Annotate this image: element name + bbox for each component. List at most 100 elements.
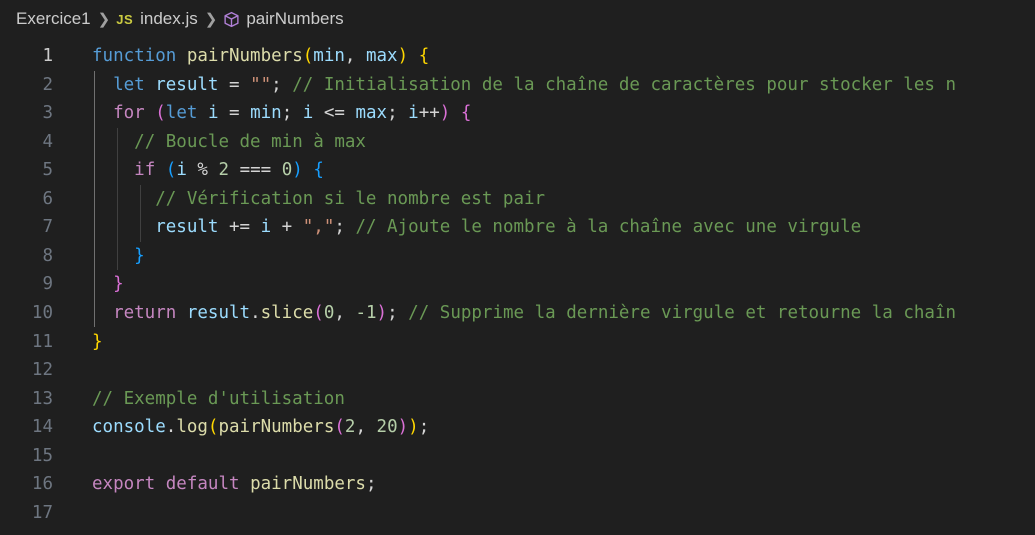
code-line[interactable]: 13 // Exemple d'utilisation bbox=[0, 385, 1035, 413]
code-token: ( bbox=[313, 302, 324, 323]
code-token: , bbox=[344, 46, 366, 66]
code-text: // Vérification si le nombre est pair bbox=[92, 185, 545, 213]
code-text: // Boucle de min à max bbox=[92, 128, 366, 156]
line-number: 5 bbox=[42, 160, 53, 181]
code-token: i bbox=[207, 103, 219, 124]
code-line[interactable]: 12 bbox=[0, 356, 1035, 384]
line-number: 12 bbox=[31, 360, 53, 381]
code-token: pairNumbers bbox=[186, 46, 303, 66]
code-line[interactable]: 4 // Boucle de min à max bbox=[0, 128, 1035, 156]
breadcrumb-file[interactable]: index.js bbox=[140, 9, 198, 29]
code-token: , bbox=[334, 302, 356, 323]
code-token: slice bbox=[260, 302, 314, 323]
code-token: ; bbox=[334, 217, 356, 238]
code-line[interactable]: 9 } bbox=[0, 270, 1035, 298]
code-token: // Supprime la dernière virgule et retou… bbox=[408, 302, 957, 323]
code-token: min bbox=[313, 46, 345, 66]
code-token: 20 bbox=[376, 417, 398, 438]
code-token: max bbox=[355, 103, 388, 124]
code-token: ( bbox=[334, 417, 345, 438]
code-text: let result = ""; // Initialisation de la… bbox=[92, 71, 956, 99]
code-token: + bbox=[271, 217, 303, 238]
code-token: 2 bbox=[218, 160, 230, 181]
code-token: ) bbox=[376, 302, 388, 323]
code-text: result += i + ","; // Ajoute le nombre à… bbox=[92, 213, 861, 241]
code-token: ; bbox=[365, 474, 377, 495]
code-line[interactable]: 1 function pairNumbers(min, max) { bbox=[0, 42, 1035, 70]
code-line[interactable]: 17 bbox=[0, 499, 1035, 527]
code-token: ) bbox=[408, 417, 419, 438]
code-token: ; bbox=[281, 103, 303, 124]
code-token: , bbox=[355, 417, 377, 438]
code-token: // Initialisation de la chaîne de caract… bbox=[292, 74, 956, 95]
code-token: min bbox=[250, 103, 282, 124]
code-token: <= bbox=[313, 103, 356, 124]
code-token: i bbox=[176, 160, 187, 181]
code-text: } bbox=[92, 242, 145, 270]
code-line[interactable]: 16 export default pairNumbers; bbox=[0, 470, 1035, 498]
code-token: result bbox=[155, 217, 219, 238]
code-editor[interactable]: 1 function pairNumbers(min, max) {2 let r… bbox=[0, 42, 1035, 535]
code-token: ) bbox=[292, 160, 303, 181]
code-token: let bbox=[113, 74, 145, 95]
line-number: 17 bbox=[31, 502, 53, 523]
code-token: ) bbox=[397, 46, 409, 66]
code-token: "" bbox=[250, 74, 272, 95]
code-token: -1 bbox=[355, 302, 377, 323]
code-token: ; bbox=[418, 417, 430, 438]
code-line[interactable]: 3 for (let i = min; i <= max; i++) { bbox=[0, 99, 1035, 127]
code-line[interactable]: 2 let result = ""; // Initialisation de … bbox=[0, 71, 1035, 99]
code-token: for bbox=[113, 103, 145, 124]
code-token: result bbox=[186, 302, 251, 323]
line-number: 3 bbox=[42, 103, 53, 124]
line-number: 13 bbox=[31, 388, 53, 409]
code-line[interactable]: 11} bbox=[0, 328, 1035, 356]
breadcrumb-folder[interactable]: Exercice1 bbox=[16, 9, 91, 29]
chevron-right-icon: ❯ bbox=[204, 11, 218, 28]
code-line[interactable]: 14 console.log(pairNumbers(2, 20)); bbox=[0, 413, 1035, 441]
breadcrumb-symbol[interactable]: pairNumbers bbox=[246, 9, 343, 29]
code-token: ++ bbox=[418, 103, 440, 124]
code-line[interactable]: 10 return result.slice(0, -1); // Suppri… bbox=[0, 299, 1035, 327]
line-number: 4 bbox=[42, 131, 53, 152]
code-line[interactable]: 6 // Vérification si le nombre est pair bbox=[0, 185, 1035, 213]
code-token: let bbox=[165, 103, 198, 124]
code-token: ) bbox=[439, 103, 451, 124]
code-token: return bbox=[113, 302, 177, 323]
line-number: 14 bbox=[31, 417, 53, 438]
line-number: 9 bbox=[42, 274, 53, 295]
line-number: 1 bbox=[42, 46, 53, 66]
indent-guide bbox=[94, 70, 95, 328]
cube-icon bbox=[223, 11, 240, 28]
code-line[interactable]: 5 if (i % 2 === 0) { bbox=[0, 156, 1035, 184]
code-line[interactable]: 7 result += i + ","; // Ajoute le nombre… bbox=[0, 213, 1035, 241]
code-token: if bbox=[134, 160, 156, 181]
code-text: function pairNumbers(min, max) { bbox=[92, 42, 429, 70]
code-token: { bbox=[313, 160, 324, 181]
code-token: ( bbox=[207, 417, 219, 438]
code-line[interactable]: 8 } bbox=[0, 242, 1035, 270]
code-token: ; bbox=[387, 103, 409, 124]
code-token: // Boucle de min à max bbox=[134, 131, 366, 152]
code-line[interactable]: 15 bbox=[0, 442, 1035, 470]
indent-guide bbox=[117, 127, 119, 271]
code-token: 0 bbox=[281, 160, 293, 181]
breadcrumb: Exercice1 ❯ JS index.js ❯ pairNumbers bbox=[0, 0, 1035, 38]
code-token: "," bbox=[302, 217, 335, 238]
code-token: pairNumbers bbox=[218, 417, 335, 438]
code-token: result bbox=[155, 74, 219, 95]
code-token: } bbox=[92, 331, 103, 352]
